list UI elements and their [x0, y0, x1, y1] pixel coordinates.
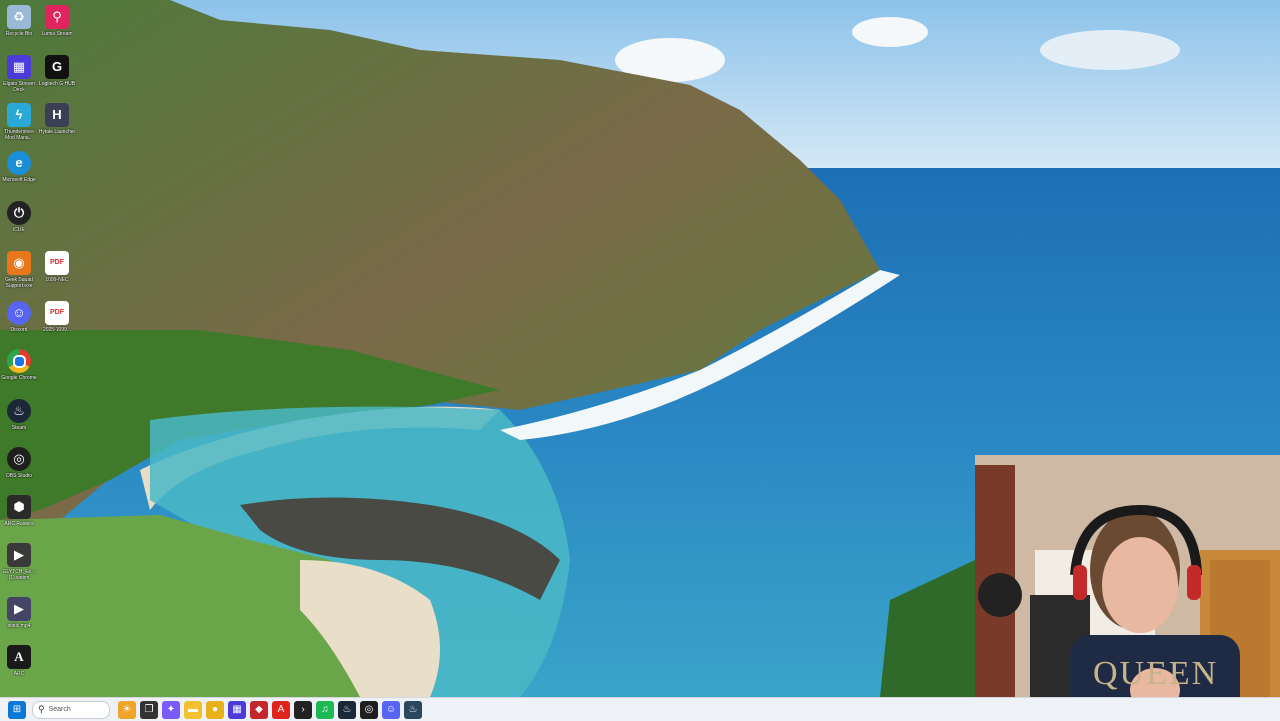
adobe-icon[interactable]: A: [272, 700, 290, 719]
desktop-icon-label: Elgato Stream Deck: [3, 81, 35, 93]
obs-icon[interactable]: ◎: [360, 700, 378, 719]
file-explorer-icon[interactable]: ▬: [184, 700, 202, 719]
recycle-bin-icon: ♻: [7, 5, 31, 29]
desktop-icon-label: ARC Raiders: [4, 521, 34, 527]
desktop-icon-arc[interactable]: A ARC: [0, 642, 38, 677]
chrome-icon: [7, 349, 31, 373]
desktop-icon-label: Discord: [10, 327, 28, 333]
stream-deck-icon[interactable]: ▦: [228, 700, 246, 719]
video-file-icon: ▶: [7, 543, 31, 567]
discord-icon[interactable]: ☺: [382, 700, 400, 719]
arc-icon: A: [7, 645, 31, 669]
pdf-icon: PDF: [45, 251, 69, 275]
desktop-icon-label: Hytale Launcher: [38, 129, 76, 135]
desktop-icon-thunderstore[interactable]: ϟ Thunderstore Mod Mana...: [0, 100, 38, 141]
desktop-icon-label: iCUE: [13, 227, 25, 233]
terminal-icon[interactable]: ›: [294, 700, 312, 719]
chrome-icon[interactable]: ●: [206, 700, 224, 719]
desktop-icon-icue[interactable]: ⏻ iCUE: [0, 198, 38, 233]
taskbar-search[interactable]: ⚲ Search: [32, 700, 110, 719]
search-icon: ⚲: [38, 704, 45, 714]
desktop-icon-steam[interactable]: ♨ Steam: [0, 396, 38, 431]
desktop-icon-lumia-stream[interactable]: ⚲ Lumia Stream: [38, 2, 76, 37]
red-app-icon[interactable]: ◆: [250, 700, 268, 719]
desktop-icon-glytch-webm[interactable]: ▶ GLYTCH_En... (1).webm: [0, 540, 38, 581]
desktop-icon-label: 2025-1099...: [42, 327, 72, 333]
desktop-icon-arc-raiders[interactable]: ⬢ ARC Raiders: [0, 492, 38, 527]
steam-icon[interactable]: ♨: [338, 700, 356, 719]
thunderstore-icon: ϟ: [7, 103, 31, 127]
webcam-overlay: QUEEN: [975, 455, 1280, 720]
spotify-icon[interactable]: ♫: [316, 700, 334, 719]
desktop-icon-geek-squad[interactable]: ◉ Geek Squad Support.exe: [0, 248, 38, 289]
hytale-icon: H: [45, 103, 69, 127]
desktop-icon-1099-nec[interactable]: PDF 1099-NEC: [38, 248, 76, 283]
discord-icon: ☺: [7, 301, 31, 325]
desktop-icon-label: ARC: [13, 671, 25, 677]
desktop-icon-label: 1099-NEC: [45, 277, 69, 283]
widgets-weather-icon[interactable]: ☀: [118, 700, 136, 719]
desktop-icon-label: Thunderstore Mod Mana...: [4, 129, 34, 141]
obs-icon: ◎: [7, 447, 31, 471]
desktop-icon-label: Lumia Stream: [41, 31, 73, 37]
desktop-icon-static-mp4[interactable]: ▶ static.mp4: [0, 594, 38, 629]
desktop-icon-recycle-bin[interactable]: ♻ Recycle Bin: [0, 2, 38, 37]
desktop-icon-label: static.mp4: [7, 623, 31, 629]
desktop-icon-obs[interactable]: ◎ OBS Studio: [0, 444, 38, 479]
icue-icon: ⏻: [7, 201, 31, 225]
steam-icon[interactable]: ♨: [404, 700, 422, 719]
desktop-icon-label: Microsoft Edge: [2, 177, 36, 183]
geek-squad-icon: ◉: [7, 251, 31, 275]
desktop-icon-label: Recycle Bin: [5, 31, 33, 37]
taskbar-app-list: ☀ ❐ ✦ ▬ ● ▦ ◆ A › ♫ ♨ ◎ ☺ ♨: [116, 700, 424, 719]
desktop-icon-hytale[interactable]: H Hytale Launcher: [38, 100, 76, 135]
task-view-icon[interactable]: ❐: [140, 700, 158, 719]
stream-deck-icon: ▦: [7, 55, 31, 79]
desktop-icon-label: GLYTCH_En... (1).webm: [2, 569, 36, 581]
logitech-g-icon: G: [45, 55, 69, 79]
shirt-print: QUEEN: [1093, 655, 1219, 692]
desktop-icon-stream-deck[interactable]: ▦ Elgato Stream Deck: [0, 52, 38, 93]
copilot-icon[interactable]: ✦: [162, 700, 180, 719]
arc-raiders-icon: ⬢: [7, 495, 31, 519]
desktop-icon-label: Steam: [11, 425, 27, 431]
lumia-stream-icon: ⚲: [45, 5, 69, 29]
desktop-icon-label: Logitech G HUB: [38, 81, 76, 87]
desktop-icon-label: OBS Studio: [5, 473, 33, 479]
desktop-icon-label: Geek Squad Support.exe: [5, 277, 33, 289]
steam-icon: ♨: [7, 399, 31, 423]
desktop-icon-edge[interactable]: e Microsoft Edge: [0, 148, 38, 183]
start-icon[interactable]: ⊞: [8, 700, 26, 719]
desktop-icon-chrome[interactable]: Google Chrome: [0, 346, 38, 381]
search-placeholder: Search: [48, 706, 71, 713]
desktop-icon-logitech-g-hub[interactable]: G Logitech G HUB: [38, 52, 76, 87]
taskbar: ⊞ ⚲ Search ☀ ❐ ✦ ▬ ● ▦ ◆ A › ♫ ♨ ◎ ☺ ♨: [0, 697, 1280, 721]
desktop-icon-label: Google Chrome: [1, 375, 37, 381]
video-file-icon: ▶: [7, 597, 31, 621]
edge-icon: e: [7, 151, 31, 175]
pdf-icon: PDF: [45, 301, 69, 325]
desktop-icon-2025-1099[interactable]: PDF 2025-1099...: [38, 298, 76, 333]
desktop-icon-discord[interactable]: ☺ Discord: [0, 298, 38, 333]
